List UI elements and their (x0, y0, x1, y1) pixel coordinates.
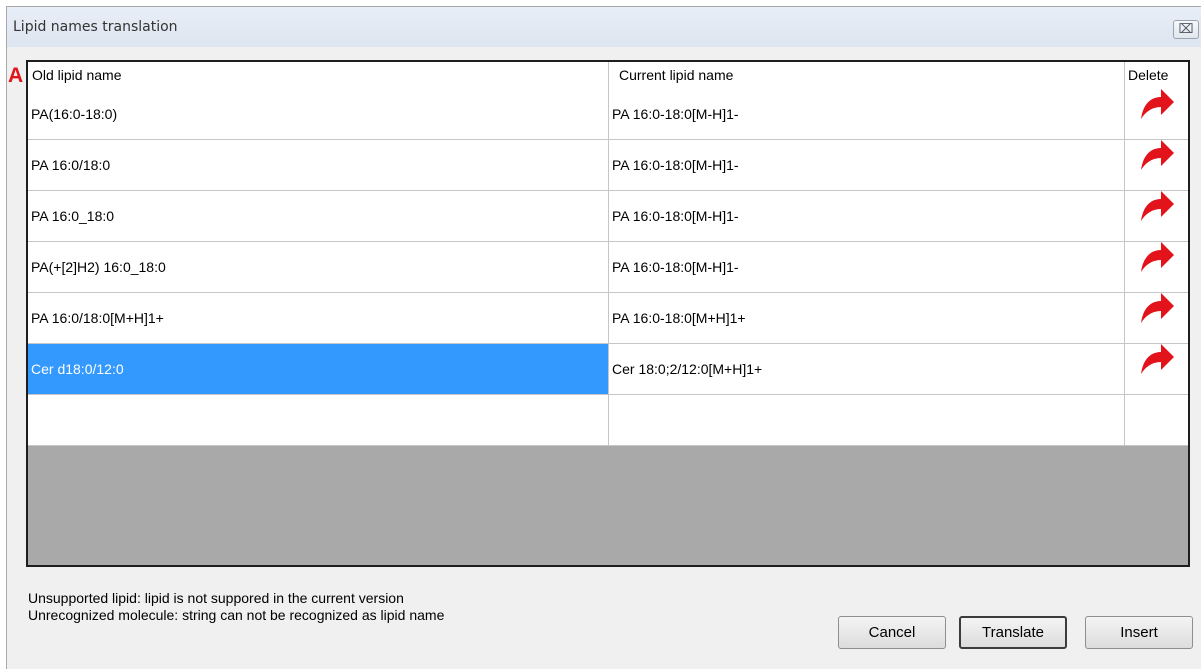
current-lipid-name-cell[interactable]: PA 16:0-18:0[M+H]1+ (609, 293, 1125, 343)
new-delete-cell (1125, 395, 1188, 445)
close-icon: ⌧ (1178, 22, 1194, 37)
red-curved-arrow-icon (1139, 242, 1175, 292)
cancel-button[interactable]: Cancel (838, 616, 946, 649)
current-lipid-name-cell[interactable]: PA 16:0-18:0[M-H]1- (609, 89, 1125, 139)
old-lipid-name-cell[interactable]: PA(16:0-18:0) (28, 89, 609, 139)
current-lipid-name-cell[interactable]: PA 16:0-18:0[M-H]1- (609, 191, 1125, 241)
legend-unsupported: Unsupported lipid: lipid is not suppored… (28, 590, 404, 606)
lipid-grid[interactable]: Old lipid name Current lipid name Delete… (26, 60, 1190, 567)
old-lipid-name-cell[interactable]: PA 16:0/18:0[M+H]1+ (28, 293, 609, 343)
old-lipid-name-cell[interactable]: Cer d18:0/12:0 (28, 344, 609, 394)
delete-row-button[interactable] (1125, 140, 1188, 190)
delete-row-button[interactable] (1125, 191, 1188, 241)
delete-row-button[interactable] (1125, 89, 1188, 139)
column-header-delete[interactable]: Delete (1125, 62, 1188, 89)
legend-unrecognized: Unrecognized molecule: string can not be… (28, 607, 445, 623)
old-lipid-name-cell[interactable]: PA 16:0/18:0 (28, 140, 609, 190)
table-row[interactable]: PA(16:0-18:0) PA 16:0-18:0[M-H]1- (28, 89, 1188, 140)
new-old-name-cell[interactable] (28, 395, 609, 445)
insert-button[interactable]: Insert (1085, 616, 1193, 649)
red-curved-arrow-icon (1139, 89, 1175, 139)
new-current-name-cell[interactable] (609, 395, 1125, 445)
column-header-old-name[interactable]: Old lipid name (28, 62, 609, 89)
title-bar: Lipid names translation ⌧ (7, 7, 1201, 47)
current-lipid-name-cell[interactable]: PA 16:0-18:0[M-H]1- (609, 242, 1125, 292)
old-lipid-name-cell[interactable]: PA(+[2]H2) 16:0_18:0 (28, 242, 609, 292)
delete-row-button[interactable] (1125, 293, 1188, 343)
table-row[interactable]: PA 16:0_18:0 PA 16:0-18:0[M-H]1- (28, 191, 1188, 242)
old-lipid-name-cell[interactable]: PA 16:0_18:0 (28, 191, 609, 241)
red-curved-arrow-icon (1139, 140, 1175, 190)
column-header-current-name[interactable]: Current lipid name (609, 62, 1125, 89)
red-curved-arrow-icon (1139, 344, 1175, 394)
delete-row-button[interactable] (1125, 242, 1188, 292)
red-curved-arrow-icon (1139, 191, 1175, 241)
red-curved-arrow-icon (1139, 293, 1175, 343)
window-title: Lipid names translation (13, 19, 178, 35)
translate-button[interactable]: Translate (959, 616, 1067, 649)
close-button[interactable]: ⌧ (1173, 20, 1199, 39)
table-row[interactable]: PA(+[2]H2) 16:0_18:0 PA 16:0-18:0[M-H]1- (28, 242, 1188, 293)
marker-a: A (8, 64, 24, 87)
current-lipid-name-cell[interactable]: PA 16:0-18:0[M-H]1- (609, 140, 1125, 190)
table-row[interactable]: Cer d18:0/12:0 Cer 18:0;2/12:0[M+H]1+ (28, 344, 1188, 395)
table-row[interactable]: PA 16:0/18:0[M+H]1+ PA 16:0-18:0[M+H]1+ (28, 293, 1188, 344)
current-lipid-name-cell[interactable]: Cer 18:0;2/12:0[M+H]1+ (609, 344, 1125, 394)
grid-header: Old lipid name Current lipid name Delete (28, 62, 1188, 90)
new-entry-row[interactable] (28, 395, 1188, 446)
delete-row-button[interactable] (1125, 344, 1188, 394)
table-row[interactable]: PA 16:0/18:0 PA 16:0-18:0[M-H]1- (28, 140, 1188, 191)
